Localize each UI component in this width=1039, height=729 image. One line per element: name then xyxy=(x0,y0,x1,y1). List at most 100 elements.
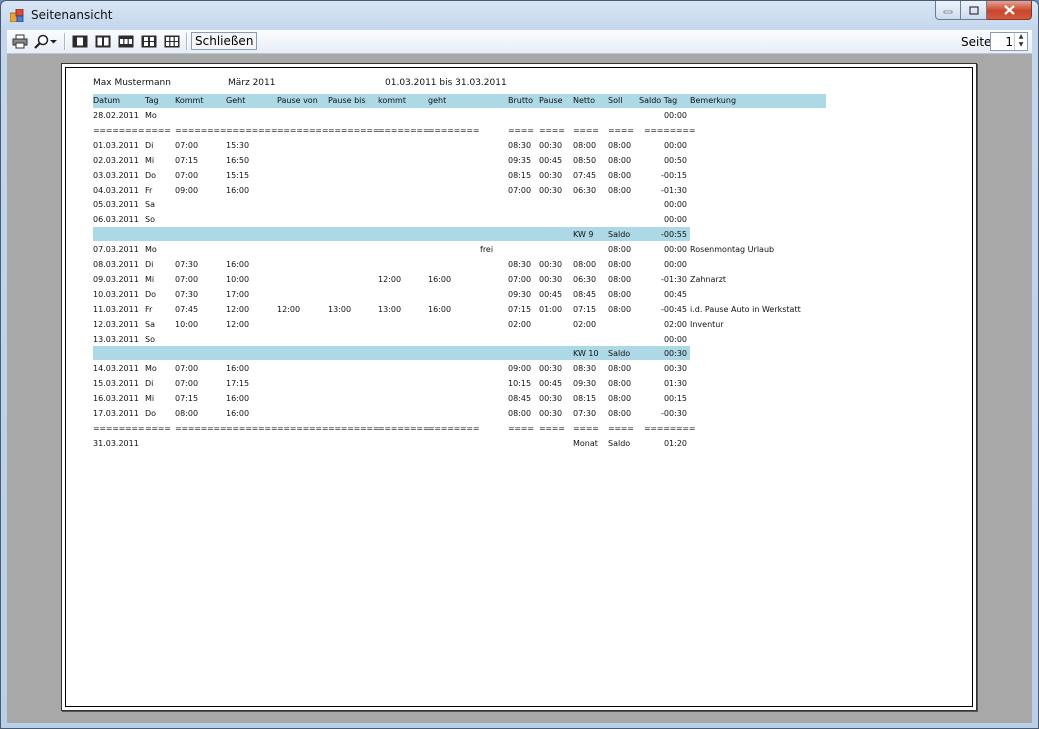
table-cell: Di xyxy=(145,260,154,269)
separator-cell: ==== xyxy=(608,423,634,433)
window-title: Seitenansicht xyxy=(31,8,113,22)
report-period: 01.03.2011 bis 31.03.2011 xyxy=(385,78,507,88)
employee-name: Max Mustermann xyxy=(93,78,171,88)
page-number-stepper[interactable]: 1 ▲ ▼ xyxy=(990,32,1028,51)
table-cell: 07:00 xyxy=(175,364,199,374)
table-cell: 07:00 xyxy=(175,274,199,284)
separator-cell: ======== xyxy=(644,125,696,135)
table-cell: 07:45 xyxy=(573,170,597,180)
one-page-icon xyxy=(72,35,88,48)
table-cell: 17:00 xyxy=(226,289,250,299)
table-cell: 00:30 xyxy=(539,260,563,269)
table-cell: 12:00 xyxy=(378,274,402,284)
table-cell: 17.03.2011 xyxy=(93,409,139,418)
table-cell: 07:30 xyxy=(175,289,199,299)
table-cell: 08:00 xyxy=(175,409,199,418)
week-summary-cell: -00:55 xyxy=(661,230,687,240)
table-cell: Mi xyxy=(145,155,155,165)
page-number-value[interactable]: 1 xyxy=(1005,35,1013,49)
chevron-down-icon xyxy=(49,40,57,44)
table-cell: 07.03.2011 xyxy=(93,245,139,255)
table-cell: 08:00 xyxy=(608,304,632,314)
table-cell: 10.03.2011 xyxy=(93,289,139,299)
one-page-button[interactable] xyxy=(71,33,89,50)
maximize-button[interactable] xyxy=(961,1,987,20)
table-cell: 16:00 xyxy=(226,260,250,269)
table-cell: 00:30 xyxy=(539,364,563,374)
three-pages-button[interactable] xyxy=(117,33,135,50)
table-cell: 05.03.2011 xyxy=(93,200,139,210)
title-bar[interactable]: Seitenansicht xyxy=(1,1,1038,29)
table-cell: 07:00 xyxy=(508,274,532,284)
week-summary-row xyxy=(93,227,690,242)
table-cell: 12:00 xyxy=(226,304,250,314)
column-header: Brutto xyxy=(508,96,534,105)
table-cell: 16:00 xyxy=(226,409,250,418)
table-cell: 00:45 xyxy=(539,379,563,389)
zoom-button[interactable] xyxy=(32,33,58,50)
table-cell: 09:00 xyxy=(508,364,532,374)
column-header: Soll xyxy=(608,96,623,105)
table-cell: Di xyxy=(145,140,154,150)
table-cell: 28.02.2011 xyxy=(93,111,139,120)
report-month: März 2011 xyxy=(228,78,276,88)
table-cell: 00:00 xyxy=(663,111,687,120)
table-cell: 08:00 xyxy=(608,394,632,404)
report-page: Max Mustermann März 2011 01.03.2011 bis … xyxy=(61,63,977,711)
four-pages-button[interactable] xyxy=(140,33,158,50)
table-cell: 10:00 xyxy=(226,274,250,284)
table-cell: 31.03.2011 xyxy=(93,438,139,448)
table-cell: 00:30 xyxy=(539,185,563,195)
table-cell: 12:00 xyxy=(226,319,250,329)
table-cell: 08:30 xyxy=(573,364,597,374)
table-cell: 00:30 xyxy=(663,364,687,374)
table-cell: 11.03.2011 xyxy=(93,304,139,314)
week-summary-cell: Saldo xyxy=(608,349,631,359)
table-cell: 07:00 xyxy=(175,379,199,389)
table-cell: 08:00 xyxy=(608,170,632,180)
table-cell: 17:15 xyxy=(226,379,250,389)
six-pages-button[interactable] xyxy=(163,33,181,50)
column-header: Saldo Tag xyxy=(639,96,678,105)
table-cell: 08:00 xyxy=(608,140,632,150)
table-cell: 00:00 xyxy=(663,200,687,210)
separator-cell: ==== xyxy=(573,423,599,433)
table-cell: 15:30 xyxy=(226,140,250,150)
close-window-button[interactable] xyxy=(987,1,1032,20)
table-cell: 01.03.2011 xyxy=(93,140,139,150)
magnifier-icon xyxy=(33,34,48,49)
table-cell: 00:00 xyxy=(663,260,687,269)
preview-area[interactable]: Max Mustermann März 2011 01.03.2011 bis … xyxy=(7,54,1032,723)
table-cell: 10:15 xyxy=(508,379,532,389)
table-cell: 15:15 xyxy=(226,170,250,180)
separator-cell: ==== xyxy=(539,423,565,433)
table-cell: 02.03.2011 xyxy=(93,155,139,165)
table-cell: 07:00 xyxy=(508,185,532,195)
table-cell: frei xyxy=(480,245,494,255)
table-cell: -00:30 xyxy=(661,409,687,418)
separator-cell: ==== xyxy=(145,125,171,135)
table-cell: 16:00 xyxy=(226,394,250,404)
table-cell: 07:30 xyxy=(573,409,597,418)
table-cell: -00:45 xyxy=(661,304,687,314)
separator-cell: ======== xyxy=(277,423,329,433)
spin-up-icon[interactable]: ▲ xyxy=(1015,33,1027,41)
table-cell: 08:00 xyxy=(608,155,632,165)
close-preview-button[interactable]: Schließen xyxy=(191,32,258,50)
table-cell: Mo xyxy=(145,245,157,255)
table-cell: 09.03.2011 xyxy=(93,274,139,284)
separator-cell: ==== xyxy=(573,125,599,135)
table-cell: 12.03.2011 xyxy=(93,319,139,329)
print-button[interactable] xyxy=(11,33,29,50)
table-cell: 00:45 xyxy=(539,155,563,165)
week-summary-cell: KW 10 xyxy=(573,349,599,359)
table-cell: 08:15 xyxy=(508,170,532,180)
table-cell: 08:00 xyxy=(508,409,532,418)
table-cell: So xyxy=(145,334,155,344)
table-cell: 16.03.2011 xyxy=(93,394,139,404)
column-header: Netto xyxy=(573,96,596,105)
minimize-button[interactable] xyxy=(935,1,961,20)
spin-down-icon[interactable]: ▼ xyxy=(1015,41,1027,49)
two-pages-button[interactable] xyxy=(94,33,112,50)
table-cell: 03.03.2011 xyxy=(93,170,139,180)
